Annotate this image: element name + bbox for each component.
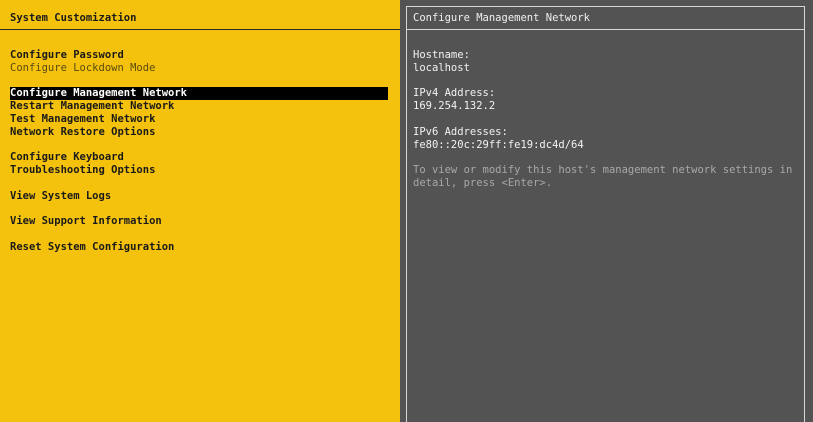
- menu-spacer: [10, 139, 388, 152]
- menu-spacer: [10, 203, 388, 216]
- menu-spacer: [10, 75, 388, 88]
- menu-item-view-support-information[interactable]: View Support Information: [10, 215, 388, 228]
- customization-menu: Configure Password Configure Lockdown Mo…: [10, 49, 388, 254]
- menu-item-reset-system-configuration[interactable]: Reset System Configuration: [10, 241, 388, 254]
- menu-item-network-restore-options[interactable]: Network Restore Options: [10, 126, 388, 139]
- system-customization-panel: System Customization Configure Password …: [0, 0, 400, 422]
- menu-item-restart-management-network[interactable]: Restart Management Network: [10, 100, 388, 113]
- left-panel-title: System Customization: [10, 12, 137, 24]
- menu-item-configure-password[interactable]: Configure Password: [10, 49, 388, 62]
- dcui-screen: System Customization Configure Password …: [0, 0, 813, 422]
- menu-item-test-management-network[interactable]: Test Management Network: [10, 113, 388, 126]
- ipv4-value: 169.254.132.2: [413, 100, 496, 113]
- hostname-label: Hostname:: [413, 49, 470, 61]
- right-panel-left-border: [406, 6, 407, 422]
- menu-item-troubleshooting-options[interactable]: Troubleshooting Options: [10, 164, 388, 177]
- help-text: To view or modify this host's management…: [413, 164, 799, 189]
- hostname-value: localhost: [413, 61, 470, 74]
- network-info: Hostname: localhost IPv4 Address: 169.25…: [413, 49, 805, 190]
- right-panel-top-border: [406, 6, 805, 7]
- right-title-divider: [406, 29, 805, 30]
- menu-item-configure-lockdown-mode[interactable]: Configure Lockdown Mode: [10, 62, 388, 75]
- right-panel-title: Configure Management Network: [413, 12, 591, 24]
- ipv6-value: fe80::20c:29ff:fe19:dc4d/64: [413, 138, 584, 151]
- menu-spacer: [10, 177, 388, 190]
- management-network-info-panel: Configure Management Network Hostname: l…: [400, 0, 813, 422]
- menu-spacer: [10, 228, 388, 241]
- menu-item-configure-keyboard[interactable]: Configure Keyboard: [10, 151, 388, 164]
- menu-item-view-system-logs[interactable]: View System Logs: [10, 190, 388, 203]
- left-title-divider: [0, 29, 400, 30]
- ipv4-label: IPv4 Address:: [413, 87, 496, 100]
- menu-item-configure-management-network[interactable]: Configure Management Network: [10, 87, 388, 101]
- ipv6-label: IPv6 Addresses:: [413, 125, 508, 138]
